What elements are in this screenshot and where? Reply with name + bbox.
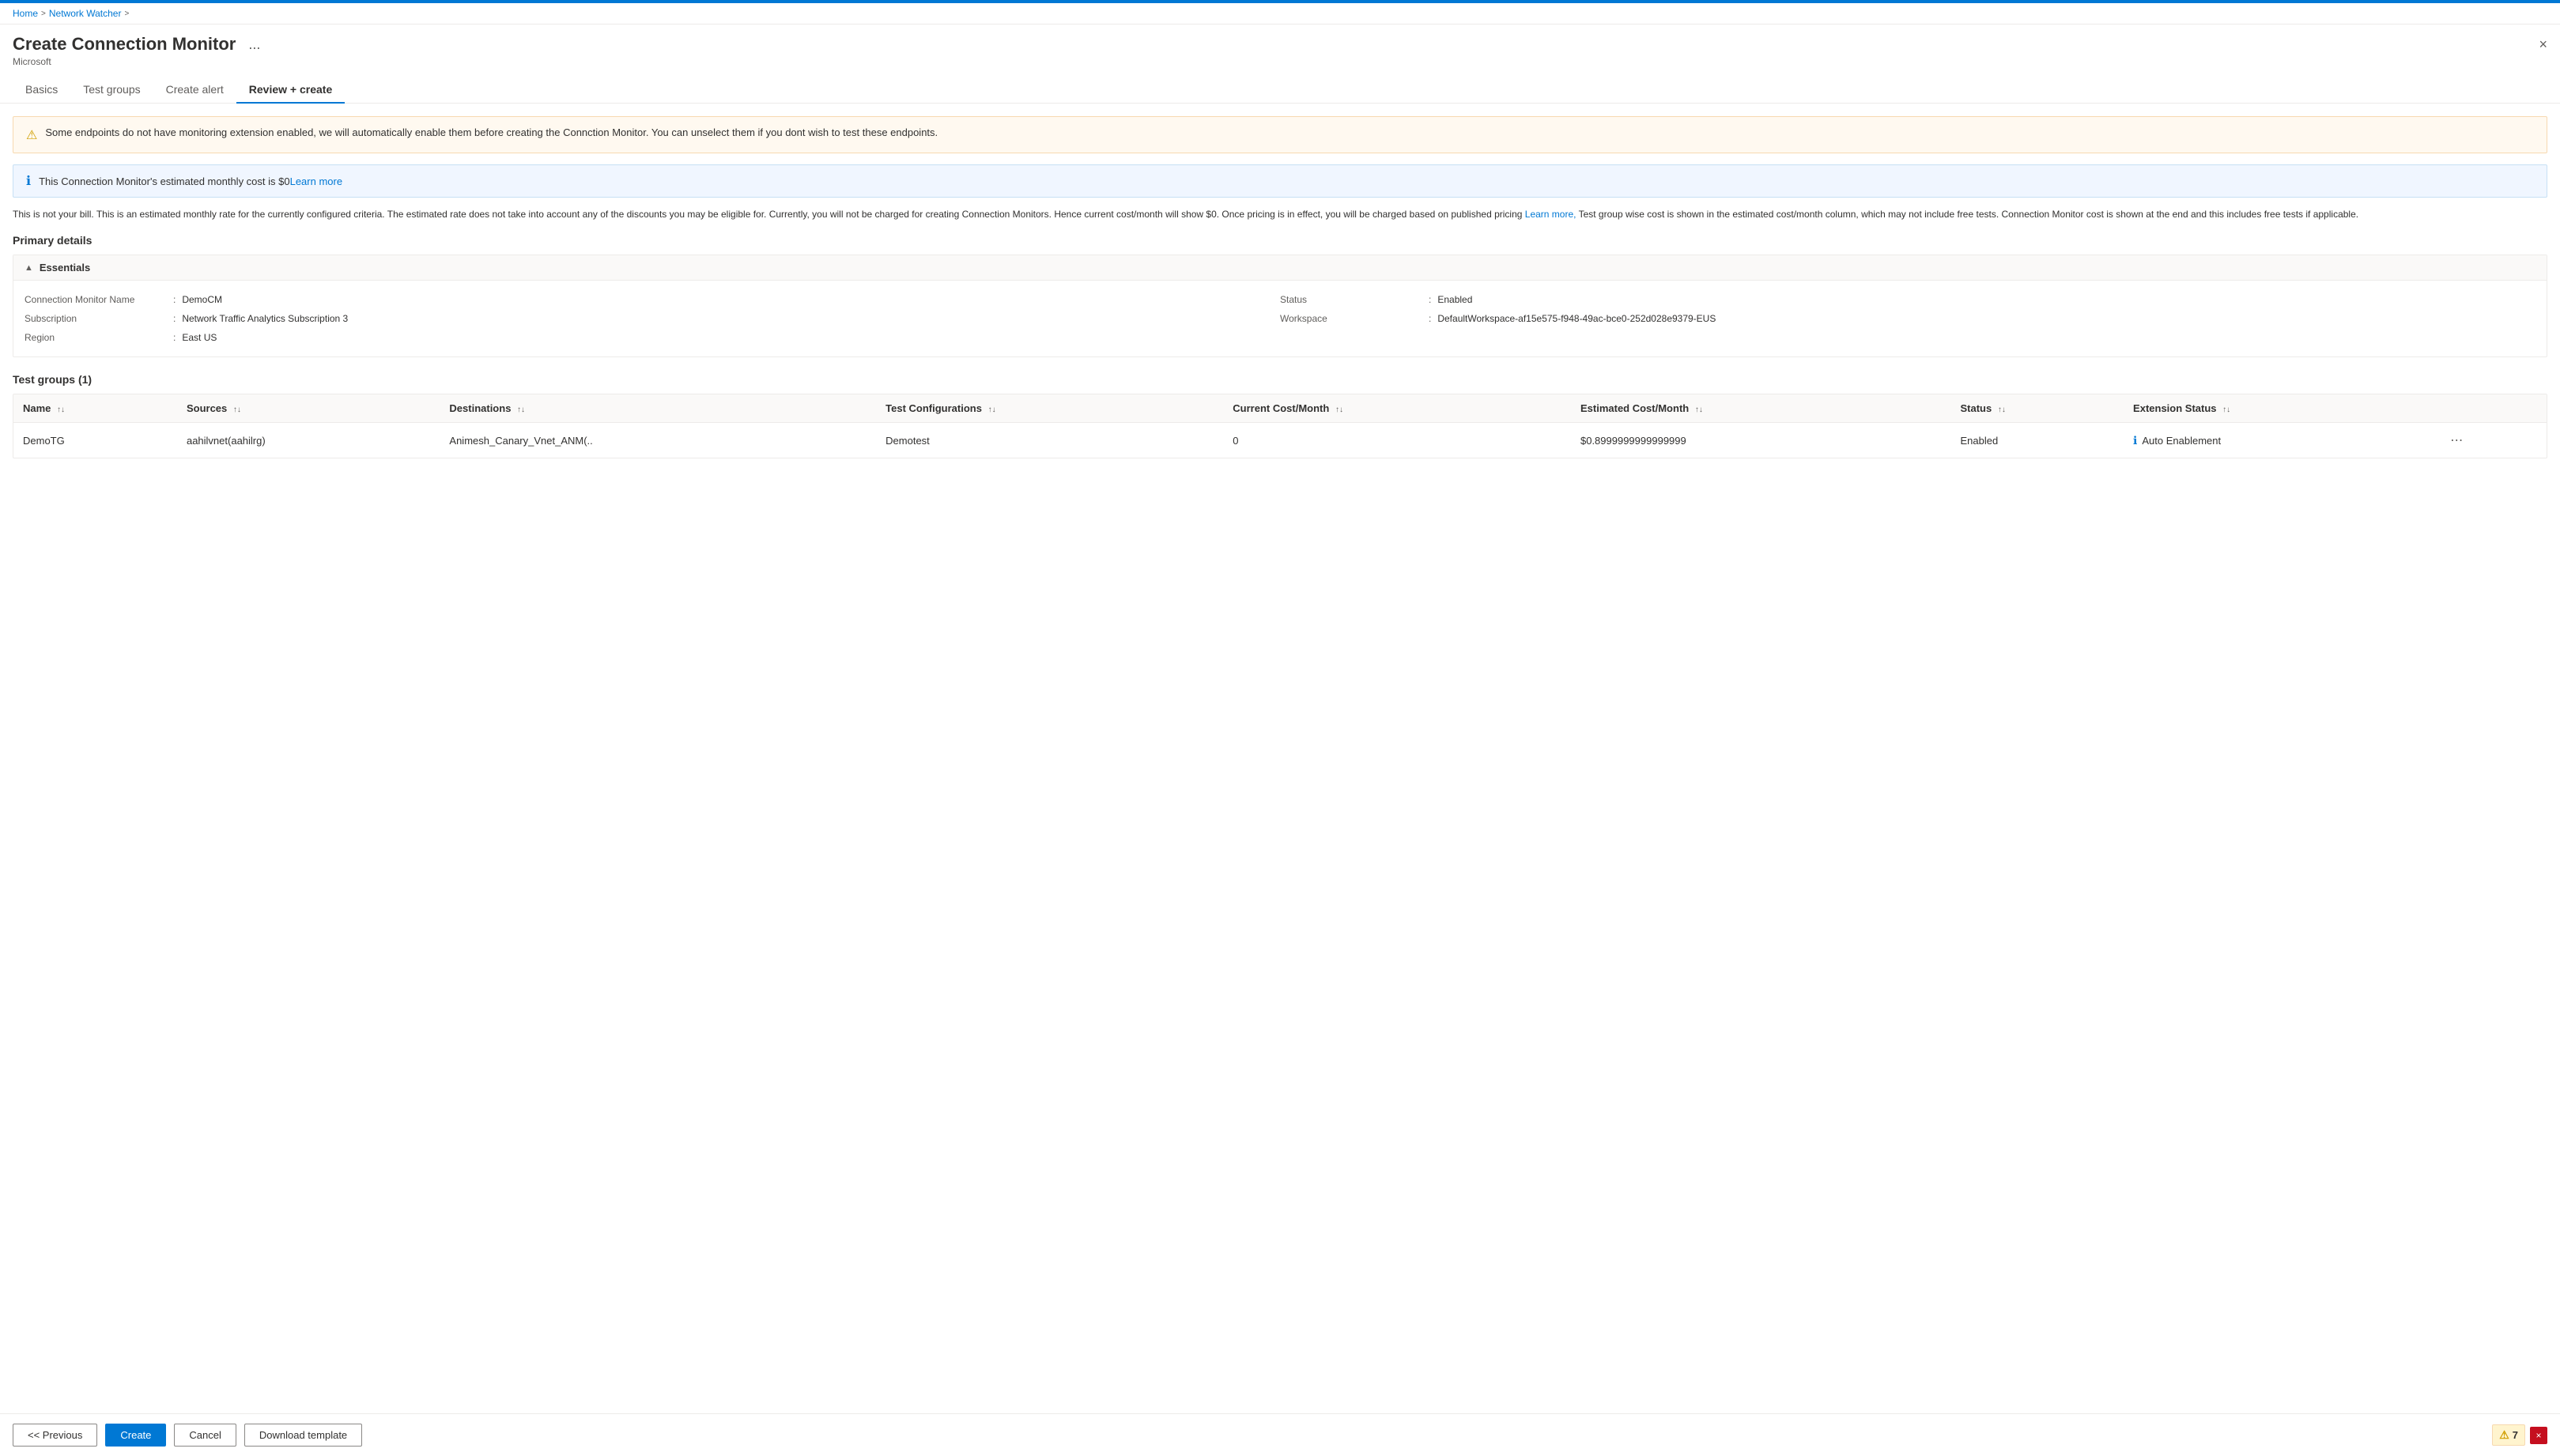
- ellipsis-button[interactable]: ...: [244, 35, 265, 55]
- breadcrumb-sep2: >: [124, 9, 129, 18]
- essentials-section: ▲ Essentials Connection Monitor Name : D…: [13, 255, 2547, 357]
- col-header-name[interactable]: Name ↑↓: [13, 394, 177, 423]
- breadcrumb-network-watcher[interactable]: Network Watcher: [49, 8, 122, 19]
- notification-count: 7: [2513, 1429, 2518, 1441]
- cell-current-cost: 0: [1223, 423, 1571, 458]
- tab-basics[interactable]: Basics: [13, 77, 70, 104]
- field-label-workspace: Workspace: [1280, 313, 1422, 324]
- warning-icon: ⚠: [26, 127, 37, 143]
- essentials-title: Essentials: [40, 262, 90, 273]
- sort-icon-estimated-cost: ↑↓: [1695, 405, 1703, 414]
- field-region: Region : East US: [25, 328, 1280, 347]
- sort-icon-extension-status: ↑↓: [2222, 405, 2230, 414]
- col-header-extension-status[interactable]: Extension Status ↑↓: [2124, 394, 2436, 423]
- field-value-workspace: DefaultWorkspace-af15e575-f948-49ac-bce0…: [1437, 313, 1716, 324]
- essentials-right: Status : Enabled Workspace : DefaultWork…: [1280, 290, 2535, 347]
- field-value-region: East US: [182, 332, 217, 343]
- breadcrumb: Home > Network Watcher >: [0, 3, 2560, 25]
- notification-warn-icon: ⚠: [2499, 1428, 2509, 1442]
- col-header-sources[interactable]: Sources ↑↓: [177, 394, 440, 423]
- field-label-cm-name: Connection Monitor Name: [25, 294, 167, 305]
- info-text-before: This Connection Monitor's estimated mont…: [39, 175, 290, 187]
- field-connection-monitor-name: Connection Monitor Name : DemoCM: [25, 290, 1280, 309]
- sort-icon-name: ↑↓: [57, 405, 65, 414]
- tab-test-groups[interactable]: Test groups: [70, 77, 153, 104]
- create-button[interactable]: Create: [105, 1424, 166, 1447]
- cell-actions: ⋯: [2436, 423, 2547, 458]
- cell-estimated-cost: $0.8999999999999999: [1571, 423, 1951, 458]
- page-subtitle: Microsoft: [13, 55, 2547, 67]
- main-header: Create Connection Monitor ... × Microsof…: [0, 25, 2560, 67]
- essentials-left: Connection Monitor Name : DemoCM Subscri…: [25, 290, 1280, 347]
- test-groups-table: Name ↑↓ Sources ↑↓ Destinations ↑↓ Test …: [13, 394, 2547, 458]
- essentials-header[interactable]: ▲ Essentials: [13, 255, 2547, 281]
- tab-create-alert[interactable]: Create alert: [153, 77, 236, 104]
- sort-icon-destinations: ↑↓: [517, 405, 525, 414]
- cell-destinations: Animesh_Canary_Vnet_ANM(..: [440, 423, 876, 458]
- cell-extension-status: ℹ Auto Enablement: [2124, 423, 2436, 458]
- warning-banner: ⚠ Some endpoints do not have monitoring …: [13, 116, 2547, 153]
- breadcrumb-home[interactable]: Home: [13, 8, 38, 19]
- breadcrumb-sep1: >: [41, 9, 46, 18]
- field-value-status: Enabled: [1437, 294, 1472, 305]
- tab-bar: Basics Test groups Create alert Review +…: [0, 67, 2560, 104]
- info-banner-text: This Connection Monitor's estimated mont…: [39, 175, 342, 187]
- essentials-body: Connection Monitor Name : DemoCM Subscri…: [13, 281, 2547, 356]
- col-header-current-cost[interactable]: Current Cost/Month ↑↓: [1223, 394, 1571, 423]
- field-subscription: Subscription : Network Traffic Analytics…: [25, 309, 1280, 328]
- sort-icon-status: ↑↓: [1998, 405, 2006, 414]
- table-header-row: Name ↑↓ Sources ↑↓ Destinations ↑↓ Test …: [13, 394, 2547, 423]
- info-icon-banner: ℹ: [26, 173, 31, 189]
- cell-test-configs: Demotest: [876, 423, 1223, 458]
- sort-icon-sources: ↑↓: [233, 405, 241, 414]
- auto-info-icon: ℹ: [2133, 434, 2137, 447]
- field-label-region: Region: [25, 332, 167, 343]
- desc-learn-more-link[interactable]: Learn more,: [1525, 209, 1576, 220]
- col-header-status[interactable]: Status ↑↓: [1951, 394, 2124, 423]
- info-learn-more-link[interactable]: Learn more: [290, 175, 342, 187]
- chevron-up-icon: ▲: [25, 263, 33, 273]
- main-content: ⚠ Some endpoints do not have monitoring …: [0, 104, 2560, 1413]
- table-row: DemoTG aahilvnet(aahilrg) Animesh_Canary…: [13, 423, 2547, 458]
- field-value-cm-name: DemoCM: [182, 294, 222, 305]
- close-button[interactable]: ×: [2539, 36, 2547, 53]
- field-status: Status : Enabled: [1280, 290, 2535, 309]
- notification-close-button[interactable]: ×: [2530, 1427, 2547, 1444]
- test-groups-section: Test groups (1) Name ↑↓ Sources ↑↓ Desti…: [13, 373, 2547, 458]
- footer-right: ⚠ 7 ×: [2492, 1424, 2547, 1446]
- cell-sources: aahilvnet(aahilrg): [177, 423, 440, 458]
- field-value-subscription: Network Traffic Analytics Subscription 3: [182, 313, 348, 324]
- warning-text: Some endpoints do not have monitoring ex…: [45, 126, 938, 138]
- download-template-button[interactable]: Download template: [244, 1424, 362, 1447]
- info-banner: ℹ This Connection Monitor's estimated mo…: [13, 164, 2547, 198]
- col-header-destinations[interactable]: Destinations ↑↓: [440, 394, 876, 423]
- test-groups-title: Test groups (1): [13, 373, 2547, 386]
- cell-status: Enabled: [1951, 423, 2124, 458]
- field-label-subscription: Subscription: [25, 313, 167, 324]
- col-header-actions: [2436, 394, 2547, 423]
- sort-icon-test-configs: ↑↓: [988, 405, 996, 414]
- test-groups-table-container: Name ↑↓ Sources ↑↓ Destinations ↑↓ Test …: [13, 394, 2547, 458]
- col-header-estimated-cost[interactable]: Estimated Cost/Month ↑↓: [1571, 394, 1951, 423]
- row-more-actions-button[interactable]: ⋯: [2445, 431, 2467, 450]
- notification-badge: ⚠ 7: [2492, 1424, 2525, 1446]
- tab-review-create[interactable]: Review + create: [236, 77, 345, 104]
- page-title: Create Connection Monitor: [13, 34, 236, 55]
- sort-icon-current-cost: ↑↓: [1335, 405, 1343, 414]
- description-text: This is not your bill. This is an estima…: [13, 207, 2547, 221]
- field-workspace: Workspace : DefaultWorkspace-af15e575-f9…: [1280, 309, 2535, 328]
- previous-button[interactable]: << Previous: [13, 1424, 97, 1447]
- auto-enablement-label: Auto Enablement: [2142, 435, 2221, 447]
- footer: << Previous Create Cancel Download templ…: [0, 1413, 2560, 1456]
- primary-details-title: Primary details: [13, 234, 2547, 247]
- col-header-test-configs[interactable]: Test Configurations ↑↓: [876, 394, 1223, 423]
- cell-name: DemoTG: [13, 423, 177, 458]
- field-label-status: Status: [1280, 294, 1422, 305]
- cancel-button[interactable]: Cancel: [174, 1424, 236, 1447]
- auto-enablement: ℹ Auto Enablement: [2133, 434, 2426, 447]
